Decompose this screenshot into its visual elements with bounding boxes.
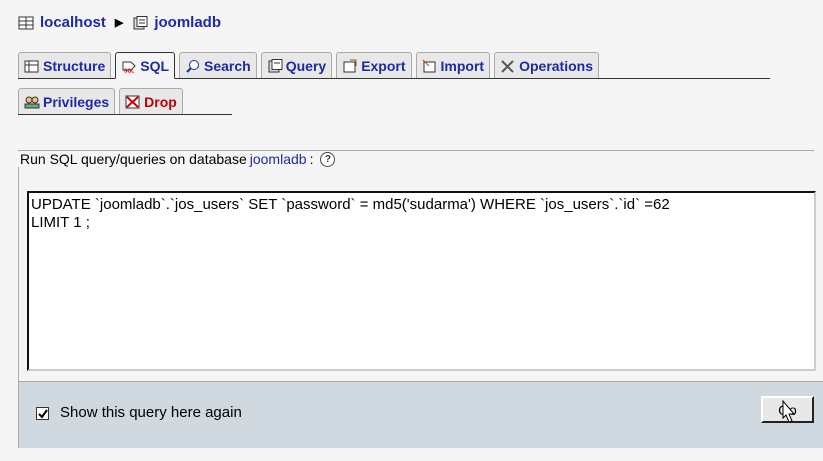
query-icon — [268, 58, 283, 72]
drop-icon — [125, 95, 140, 108]
tab-query-label: Query — [285, 57, 327, 74]
structure-icon — [24, 60, 39, 72]
query-footer: Show this query here again Go — [18, 381, 823, 448]
tab-export[interactable]: Export — [336, 52, 412, 78]
tab-drop[interactable]: Drop — [119, 88, 183, 114]
legend-prefix: Run SQL query/queries on database — [20, 151, 247, 167]
checkmark-icon — [37, 408, 48, 419]
breadcrumb-database-link[interactable]: joomladb — [154, 14, 221, 31]
tab-drop-label: Drop — [144, 93, 177, 110]
import-icon — [422, 59, 436, 72]
tab-bar-row-1: Structure SQL SQL Search Query Export Im… — [18, 52, 770, 79]
tab-privileges[interactable]: Privileges — [18, 88, 116, 114]
breadcrumb-server-link[interactable]: localhost — [40, 14, 106, 31]
server-icon — [18, 16, 34, 29]
sql-query-legend: Run SQL query/queries on database joomla… — [18, 151, 340, 167]
sql-icon: SQL — [122, 61, 136, 73]
show-query-again-label[interactable]: Show this query here again — [60, 404, 242, 421]
breadcrumb: localhost ▶ joomladb — [18, 14, 221, 31]
go-button[interactable]: Go — [761, 396, 814, 423]
tab-structure-label: Structure — [43, 57, 106, 74]
export-icon — [343, 59, 357, 72]
tab-operations-label: Operations — [519, 57, 593, 74]
tab-bar-row-2: Privileges Drop — [18, 88, 232, 115]
show-query-again-checkbox[interactable] — [36, 407, 49, 420]
legend-suffix: : — [309, 151, 314, 167]
tab-import-label: Import — [440, 57, 485, 74]
breadcrumb-separator-icon: ▶ — [114, 17, 124, 29]
tab-operations[interactable]: Operations — [494, 52, 599, 78]
svg-text:SQL: SQL — [124, 68, 134, 73]
database-icon — [133, 15, 148, 29]
help-icon[interactable]: ? — [320, 151, 336, 167]
tab-privileges-label: Privileges — [43, 93, 110, 110]
tab-search[interactable]: Search — [179, 52, 257, 78]
sql-query-textarea[interactable]: UPDATE `joomladb`.`jos_users` SET `passw… — [27, 191, 816, 371]
tab-export-label: Export — [361, 57, 406, 74]
legend-database-link[interactable]: joomladb — [250, 151, 307, 167]
tab-structure[interactable]: Structure — [18, 52, 112, 78]
tab-search-label: Search — [204, 57, 251, 74]
tab-sql-label: SQL — [140, 57, 170, 74]
privileges-icon — [24, 96, 40, 108]
operations-icon — [501, 59, 514, 73]
search-icon — [186, 59, 200, 73]
tab-sql[interactable]: SQL SQL — [115, 52, 176, 79]
tab-import[interactable]: Import — [415, 52, 491, 78]
tab-query[interactable]: Query — [260, 52, 333, 78]
